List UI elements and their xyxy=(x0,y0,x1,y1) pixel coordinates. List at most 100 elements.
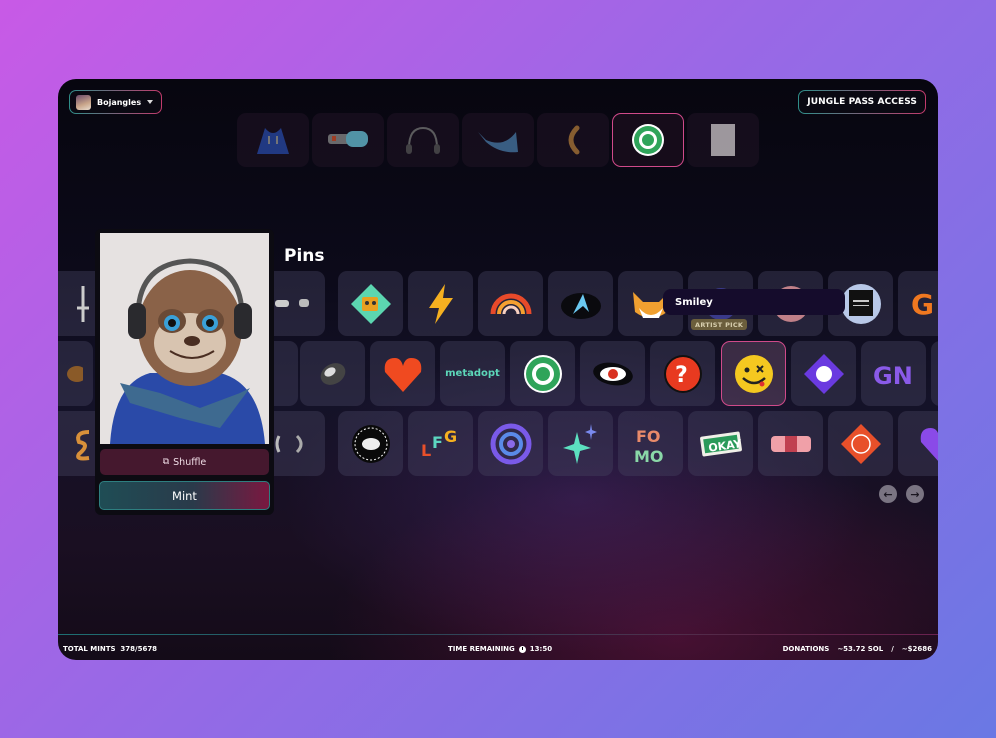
trait-background[interactable] xyxy=(687,113,759,167)
pin-tile-orange-diamond[interactable] xyxy=(828,411,893,476)
pin-tile-purple-diamond[interactable] xyxy=(791,341,856,406)
svg-text:G: G xyxy=(444,427,457,446)
hoodie-icon xyxy=(257,128,289,154)
shuffle-label: Shuffle xyxy=(173,456,207,468)
trait-headphones[interactable] xyxy=(387,113,459,167)
gm-text-icon: G xyxy=(911,288,934,321)
jungle-pass-access-button[interactable]: JUNGLE PASS ACCESS xyxy=(798,90,926,114)
spiral-icon xyxy=(490,423,531,464)
sloth-avatar-icon xyxy=(100,233,269,444)
pin-tile-silver-stone[interactable] xyxy=(300,341,365,406)
pin-tile-rainbow[interactable] xyxy=(478,271,543,336)
pin-tile-lightning[interactable] xyxy=(408,271,473,336)
silver-studs-icon xyxy=(274,298,309,307)
footer-divider xyxy=(58,634,938,635)
pin-tile-catalina-whale-mixer[interactable] xyxy=(338,411,403,476)
pin-tile-gn-text[interactable]: GN xyxy=(861,341,926,406)
orange-diamond-icon xyxy=(840,423,881,464)
svg-text:L: L xyxy=(421,441,431,460)
pin-tile-arrow-badge[interactable] xyxy=(548,271,613,336)
sparkles-icon xyxy=(562,423,597,464)
user-name: Bojangles xyxy=(97,97,142,107)
okay-icon: OKAY xyxy=(699,431,743,456)
artist-pick-badge: ARTIST PICK xyxy=(691,319,748,330)
arrow-right-icon: → xyxy=(910,487,920,501)
next-page-button[interactable]: → xyxy=(906,485,924,503)
trait-hoodie[interactable] xyxy=(237,113,309,167)
pins-heading: Pins xyxy=(284,246,325,266)
pin-tile-heart[interactable] xyxy=(370,341,435,406)
svg-text:MO: MO xyxy=(634,447,664,466)
donations-label: DONATIONS xyxy=(782,645,830,653)
pin-tile-gm-text[interactable]: G xyxy=(898,271,938,336)
total-mints-label: TOTAL MINTS xyxy=(63,645,116,653)
arrow-badge-icon xyxy=(560,292,601,319)
pin-tooltip: Smiley xyxy=(663,289,845,315)
pin-tile-edge[interactable] xyxy=(931,341,938,406)
gold-ring-icon xyxy=(66,365,83,382)
background-icon xyxy=(711,124,735,156)
pin-tile-eye[interactable] xyxy=(580,341,645,406)
catalina-whale-mixer-icon xyxy=(351,424,390,463)
pin-tile-fomo[interactable]: FO MO xyxy=(618,411,683,476)
trait-sloth-pin[interactable] xyxy=(612,113,684,167)
pin-tile-lfg[interactable]: LFG xyxy=(408,411,473,476)
bandage-icon xyxy=(770,435,811,452)
total-mints: TOTAL MINTS 378/5678 xyxy=(63,645,157,653)
question-mark-icon: ? xyxy=(663,354,702,393)
pin-tile-okay[interactable]: OKAY xyxy=(688,411,753,476)
pin-tile-purple-heart[interactable] xyxy=(898,411,938,476)
goggles-icon xyxy=(328,131,368,147)
fomo-icon: FOMO xyxy=(634,427,664,466)
donations-separator: / xyxy=(891,645,894,653)
heart-icon xyxy=(384,357,421,392)
prev-page-button[interactable]: ← xyxy=(879,485,897,503)
eye-icon xyxy=(592,362,633,385)
mint-button[interactable]: Mint xyxy=(99,481,270,510)
pin-tile-question-mark[interactable]: ? xyxy=(650,341,715,406)
lightning-icon xyxy=(428,283,453,324)
pin-tile-metadopt[interactable]: metadopt xyxy=(440,341,505,406)
earring-icon xyxy=(568,125,580,155)
svg-text:GN: GN xyxy=(873,362,913,390)
trait-selector xyxy=(237,113,759,167)
trait-bandana[interactable] xyxy=(462,113,534,167)
shuffle-button[interactable]: ⧉ Shuffle xyxy=(100,449,269,475)
pin-tile-sloth-conservation[interactable] xyxy=(510,341,575,406)
pin-tile-gold-ring[interactable] xyxy=(58,341,93,406)
mint-app: Bojangles JUNGLE PASS ACCESS Pins Gmetad… xyxy=(58,79,938,660)
coffee-mug-icon xyxy=(350,283,391,324)
rainbow-icon xyxy=(490,293,531,314)
trait-goggles[interactable] xyxy=(312,113,384,167)
sloth-conservation-icon xyxy=(523,354,562,393)
headphones-icon xyxy=(406,126,440,154)
pin-tile-spiral[interactable] xyxy=(478,411,543,476)
silver-hoops-icon xyxy=(275,434,302,453)
donations-usd: ~$2686 xyxy=(901,645,932,653)
metadopt-logo: metadopt xyxy=(445,368,500,379)
nft-preview-card: ⧉ Shuffle Mint xyxy=(95,229,274,515)
donations-sol: ~53.72 SOL xyxy=(837,645,884,653)
svg-text:?: ? xyxy=(675,363,688,388)
total-mints-value: 378/5678 xyxy=(120,645,158,653)
clock-icon xyxy=(518,645,526,653)
trait-earring[interactable] xyxy=(537,113,609,167)
avatar xyxy=(76,94,91,110)
lfg-icon: LFG xyxy=(421,427,457,460)
purple-heart-icon xyxy=(920,427,938,461)
chevron-down-icon xyxy=(147,100,154,104)
pin-tile-bandage[interactable] xyxy=(758,411,823,476)
pin-tile-sparkles[interactable] xyxy=(548,411,613,476)
pin-tile-smiley[interactable] xyxy=(721,341,786,406)
purple-diamond-icon xyxy=(803,353,844,394)
time-remaining-label: TIME REMAINING xyxy=(448,645,515,653)
svg-text:F: F xyxy=(432,433,443,452)
pin-tile-coffee-mug[interactable] xyxy=(338,271,403,336)
user-menu-button[interactable]: Bojangles xyxy=(69,90,162,114)
gn-text-icon: GN xyxy=(873,362,913,390)
sloth-conservation-pin-icon xyxy=(632,124,664,156)
time-remaining-value: 13:50 xyxy=(529,645,553,653)
pixel-face-icon xyxy=(840,283,881,324)
arrow-left-icon: ← xyxy=(883,487,893,501)
smiley-icon xyxy=(734,354,773,393)
